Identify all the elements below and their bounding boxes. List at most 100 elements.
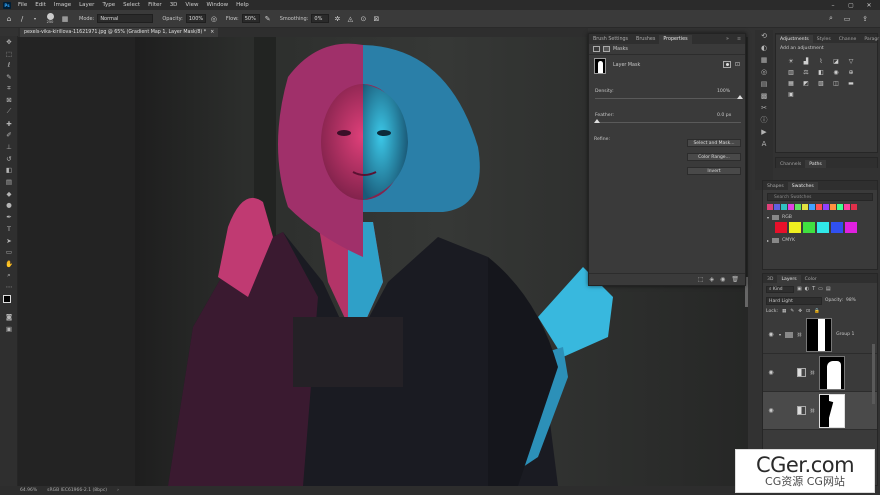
menu-select[interactable]: Select bbox=[119, 2, 144, 8]
patterns-icon[interactable]: ▩ bbox=[755, 90, 773, 102]
apply-mask-icon[interactable]: ◈ bbox=[710, 276, 715, 283]
selective-color-icon[interactable]: ▣ bbox=[786, 90, 796, 98]
pixel-mask-icon[interactable] bbox=[593, 46, 600, 52]
type-tool-icon[interactable]: T bbox=[0, 223, 18, 235]
eyedropper-tool-icon[interactable]: ⟋ bbox=[0, 106, 18, 118]
rgb-swatch[interactable] bbox=[803, 222, 815, 233]
filter-smart-icon[interactable]: ▤ bbox=[826, 286, 831, 292]
layer-row-adjustment[interactable]: ◉ ⛓ bbox=[763, 354, 877, 392]
recent-swatch[interactable] bbox=[837, 204, 843, 210]
hue-saturation-icon[interactable]: ▥ bbox=[786, 68, 796, 76]
move-tool-icon[interactable]: ✥ bbox=[0, 36, 18, 48]
color-balance-icon[interactable]: ⚖ bbox=[801, 68, 811, 76]
add-vector-mask-icon[interactable]: ⊡ bbox=[735, 61, 743, 68]
lock-transparent-icon[interactable]: ▦ bbox=[782, 309, 786, 314]
threshold-icon[interactable]: ◫ bbox=[831, 79, 841, 87]
marquee-tool-icon[interactable]: ⬚ bbox=[0, 48, 18, 60]
brush-tool-icon[interactable]: / bbox=[17, 14, 27, 24]
rectangle-tool-icon[interactable]: ▭ bbox=[0, 246, 18, 258]
edit-toolbar-icon[interactable]: ⋯ bbox=[0, 281, 18, 293]
gradient-tool-icon[interactable]: ▤ bbox=[0, 176, 18, 188]
layers-scrollbar[interactable] bbox=[872, 344, 875, 404]
swatch-group-cmyk[interactable]: ▸ CMYK bbox=[763, 233, 877, 245]
path-selection-tool-icon[interactable]: ➤ bbox=[0, 235, 18, 247]
rgb-swatch[interactable] bbox=[845, 222, 857, 233]
lock-all-icon[interactable]: 🔒 bbox=[814, 309, 820, 314]
blur-tool-icon[interactable]: ◆ bbox=[0, 188, 18, 200]
black-white-icon[interactable]: ◧ bbox=[816, 68, 826, 76]
brush-tool-icon[interactable]: ✐ bbox=[0, 130, 18, 142]
visibility-eye-icon[interactable]: ◉ bbox=[767, 369, 775, 376]
tab-channels[interactable]: Channels bbox=[776, 160, 805, 168]
chevron-down-icon[interactable]: ▾ bbox=[30, 14, 40, 24]
brush-preset[interactable]: 250 bbox=[43, 13, 57, 24]
tab-color[interactable]: Color bbox=[801, 275, 821, 283]
recent-swatch[interactable] bbox=[795, 204, 801, 210]
color-swatches[interactable] bbox=[0, 293, 18, 311]
info-icon[interactable]: ⓘ bbox=[755, 114, 773, 126]
recent-swatch[interactable] bbox=[823, 204, 829, 210]
status-arrow-icon[interactable]: › bbox=[117, 488, 119, 493]
visibility-eye-icon[interactable]: ◉ bbox=[767, 407, 775, 414]
recent-swatch[interactable] bbox=[774, 204, 780, 210]
layer-kind-filter[interactable]: ⌕ Kind bbox=[766, 285, 794, 293]
tab-channels[interactable]: Channe bbox=[835, 35, 861, 43]
brush-settings-icon[interactable]: ▦ bbox=[60, 14, 70, 24]
posterize-icon[interactable]: ▧ bbox=[816, 79, 826, 87]
density-slider[interactable] bbox=[595, 98, 741, 99]
feather-slider[interactable] bbox=[595, 122, 741, 123]
smoothing-field[interactable]: 0% bbox=[311, 14, 330, 23]
recent-swatch[interactable] bbox=[851, 204, 857, 210]
character-icon[interactable]: A bbox=[755, 138, 773, 150]
tab-swatches[interactable]: Swatches bbox=[787, 182, 818, 190]
invert-button[interactable]: Invert bbox=[687, 167, 741, 175]
menu-window[interactable]: Window bbox=[202, 2, 232, 8]
add-pixel-mask-icon[interactable] bbox=[723, 61, 731, 68]
quick-mask-icon[interactable]: ◙ bbox=[0, 311, 18, 323]
density-value[interactable]: 100% bbox=[717, 89, 730, 94]
menu-edit[interactable]: Edit bbox=[31, 2, 50, 8]
tab-brush-settings[interactable]: Brush Settings bbox=[589, 35, 632, 44]
gradients-icon[interactable]: ▤ bbox=[755, 78, 773, 90]
levels-icon[interactable]: ▟ bbox=[801, 57, 811, 65]
curves-icon[interactable]: ⌇ bbox=[816, 57, 826, 65]
invert-icon[interactable]: ◩ bbox=[801, 79, 811, 87]
select-and-mask-button[interactable]: Select and Mask... bbox=[687, 139, 741, 147]
menu-layer[interactable]: Layer bbox=[75, 2, 98, 8]
share-icon[interactable]: ⇪ bbox=[860, 14, 870, 24]
clone-stamp-tool-icon[interactable]: ⊥ bbox=[0, 141, 18, 153]
recent-swatch[interactable] bbox=[816, 204, 822, 210]
lasso-tool-icon[interactable]: ℓ bbox=[0, 59, 18, 71]
dodge-tool-icon[interactable]: ● bbox=[0, 200, 18, 212]
frame-tool-icon[interactable]: ⊠ bbox=[0, 94, 18, 106]
blend-mode-select[interactable]: Hard Light bbox=[766, 296, 822, 305]
recent-swatch[interactable] bbox=[781, 204, 787, 210]
minimize-icon[interactable]: – bbox=[824, 0, 842, 10]
close-tab-icon[interactable]: × bbox=[210, 30, 214, 35]
opacity-field[interactable]: 100% bbox=[185, 14, 206, 23]
menu-help[interactable]: Help bbox=[232, 2, 253, 8]
menu-file[interactable]: File bbox=[14, 2, 31, 8]
tab-styles[interactable]: Styles bbox=[813, 35, 835, 43]
screen-mode-icon[interactable]: ▣ bbox=[0, 323, 18, 335]
tab-paragraph[interactable]: Paragr bbox=[860, 35, 880, 43]
tab-adjustments[interactable]: Adjustments bbox=[776, 35, 813, 43]
zoom-tool-icon[interactable]: ⌕ bbox=[0, 270, 18, 282]
filter-shape-icon[interactable]: ▭ bbox=[818, 286, 823, 292]
pressure-opacity-icon[interactable]: ◎ bbox=[209, 14, 219, 24]
density-slider-handle[interactable] bbox=[737, 95, 743, 99]
gradient-map-icon[interactable]: ▬ bbox=[846, 79, 856, 87]
home-icon[interactable]: ⌂ bbox=[4, 14, 14, 24]
rgb-swatch[interactable] bbox=[775, 222, 787, 233]
rgb-swatch[interactable] bbox=[817, 222, 829, 233]
healing-brush-tool-icon[interactable]: ✚ bbox=[0, 118, 18, 130]
lock-move-icon[interactable]: ✥ bbox=[798, 309, 802, 314]
vector-mask-icon[interactable] bbox=[603, 46, 610, 52]
feather-value[interactable]: 0.0 px bbox=[717, 113, 731, 118]
workspace-icon[interactable]: ▭ bbox=[842, 14, 852, 24]
history-brush-tool-icon[interactable]: ↺ bbox=[0, 153, 18, 165]
swatches-search-input[interactable]: Search Swatches bbox=[767, 193, 873, 201]
zoom-level[interactable]: 64.96% bbox=[20, 488, 37, 493]
color-icon[interactable]: ◐ bbox=[755, 42, 773, 54]
smoothing-options-icon[interactable]: ✲ bbox=[332, 14, 342, 24]
